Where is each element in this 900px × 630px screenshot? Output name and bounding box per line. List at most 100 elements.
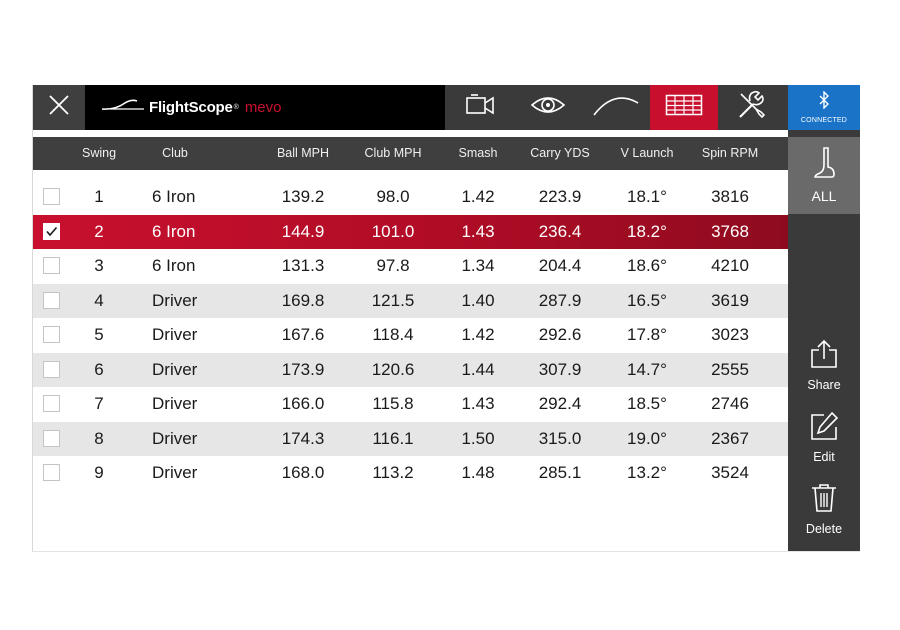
brand-product: mevo [244, 99, 282, 116]
settings-button[interactable] [718, 85, 786, 130]
v-launch-value: 18.6° [627, 256, 667, 275]
edit-button[interactable]: Edit [788, 406, 860, 468]
table-icon [665, 94, 703, 121]
carry-yds-value: 307.9 [538, 360, 582, 379]
row-checkbox[interactable] [43, 361, 60, 378]
delete-label: Delete [805, 521, 843, 536]
column-header-ball-mph[interactable]: Ball MPH [277, 137, 329, 170]
eye-icon [530, 94, 566, 121]
carry-yds-value: 292.6 [538, 325, 582, 344]
bluetooth-status[interactable]: CONNECTED [788, 85, 860, 130]
spin-rpm-value: 3816 [711, 187, 749, 206]
brand-reg-mark: ® [233, 104, 239, 111]
table-view-button[interactable] [650, 85, 718, 130]
club-filter-label: ALL [811, 188, 837, 204]
edit-label: Edit [813, 449, 835, 464]
club-name: Driver [152, 291, 198, 310]
v-launch-value: 13.2° [627, 463, 667, 482]
share-button[interactable]: Share [788, 334, 860, 396]
trajectory-button[interactable] [582, 85, 650, 130]
row-checkbox[interactable] [43, 188, 60, 205]
v-launch-value: 19.0° [627, 429, 667, 448]
swing-number: 8 [94, 429, 104, 448]
smash-value: 1.44 [461, 360, 495, 379]
row-checkbox[interactable] [43, 430, 60, 447]
row-checkbox[interactable] [43, 464, 60, 481]
ball-mph-value: 144.9 [281, 222, 325, 241]
spin-rpm-value: 4210 [711, 256, 749, 275]
brand-name: FlightScope [149, 99, 233, 116]
carry-yds-value: 236.4 [538, 222, 582, 241]
spin-rpm-value: 3619 [711, 291, 749, 310]
mevo-app-window: FlightScope ® mevo CONNECTED Swing Club … [32, 85, 860, 552]
spin-rpm-value: 3768 [711, 222, 749, 241]
ball-mph-value: 169.8 [281, 291, 325, 310]
swing-number: 1 [94, 187, 104, 206]
table-row[interactable]: 6 Driver 173.9 120.6 1.44 307.9 14.7° 25… [33, 353, 788, 387]
v-launch-value: 18.1° [627, 187, 667, 206]
swing-number: 5 [94, 325, 104, 344]
row-checkbox[interactable] [43, 395, 60, 412]
column-header-swing[interactable]: Swing [82, 137, 116, 170]
table-row[interactable]: 5 Driver 167.6 118.4 1.42 292.6 17.8° 30… [33, 318, 788, 352]
swing-number: 4 [94, 291, 104, 310]
column-header-club-mph[interactable]: Club MPH [365, 137, 422, 170]
row-checkbox[interactable] [43, 292, 60, 309]
v-launch-value: 17.8° [627, 325, 667, 344]
close-button[interactable] [33, 85, 85, 130]
club-name: 6 Iron [152, 222, 196, 241]
carry-yds-value: 287.9 [538, 291, 582, 310]
carry-yds-value: 204.4 [538, 256, 582, 275]
table-row[interactable]: 3 6 Iron 131.3 97.8 1.34 204.4 18.6° 421… [33, 249, 788, 283]
column-header-club[interactable]: Club [162, 137, 188, 170]
swing-number: 9 [94, 463, 104, 482]
smash-value: 1.40 [461, 291, 495, 310]
golf-club-icon [812, 147, 836, 184]
spin-rpm-value: 3023 [711, 325, 749, 344]
club-mph-value: 115.8 [372, 394, 414, 413]
club-name: Driver [152, 394, 198, 413]
right-sidebar: ALL Share Edit Delete [788, 130, 860, 551]
column-header-v-launch[interactable]: V Launch [621, 137, 674, 170]
ball-mph-value: 139.2 [281, 187, 325, 206]
carry-yds-value: 315.0 [538, 429, 582, 448]
smash-value: 1.43 [461, 222, 495, 241]
swing-number: 2 [94, 222, 104, 241]
row-checkbox[interactable] [43, 223, 60, 240]
bluetooth-icon [818, 90, 830, 114]
smash-value: 1.34 [461, 256, 495, 275]
spin-rpm-value: 2746 [711, 394, 749, 413]
delete-button[interactable]: Delete [788, 478, 860, 540]
club-name: Driver [152, 325, 198, 344]
table-row[interactable]: 9 Driver 168.0 113.2 1.48 285.1 13.2° 35… [33, 456, 788, 490]
table-row[interactable]: 4 Driver 169.8 121.5 1.40 287.9 16.5° 36… [33, 284, 788, 318]
table-row-selected[interactable]: 2 6 Iron 144.9 101.0 1.43 236.4 18.2° 37… [33, 215, 788, 249]
club-mph-value: 120.6 [371, 360, 415, 379]
carry-yds-value: 285.1 [538, 463, 582, 482]
row-checkbox[interactable] [43, 326, 60, 343]
share-label: Share [807, 377, 841, 392]
club-mph-value: 97.8 [376, 256, 410, 275]
club-mph-value: 118.4 [372, 325, 414, 344]
ball-mph-value: 167.6 [281, 325, 325, 344]
column-header-spin-rpm[interactable]: Spin RPM [702, 137, 758, 170]
club-mph-value: 113.2 [372, 463, 414, 482]
view-button[interactable] [514, 85, 582, 130]
spin-rpm-value: 3524 [711, 463, 749, 482]
v-launch-value: 16.5° [627, 291, 667, 310]
table-row[interactable]: 1 6 Iron 139.2 98.0 1.42 223.9 18.1° 381… [33, 180, 788, 214]
close-icon [48, 94, 70, 121]
video-camera-icon [465, 94, 495, 121]
trash-icon [810, 483, 838, 518]
club-mph-value: 121.5 [371, 291, 415, 310]
table-row[interactable]: 8 Driver 174.3 116.1 1.50 315.0 19.0° 23… [33, 422, 788, 456]
carry-yds-value: 292.4 [538, 394, 582, 413]
club-filter-all-button[interactable]: ALL [788, 137, 860, 214]
row-checkbox[interactable] [43, 257, 60, 274]
video-button[interactable] [446, 85, 514, 130]
table-row[interactable]: 7 Driver 166.0 115.8 1.43 292.4 18.5° 27… [33, 387, 788, 421]
column-header-carry-yds[interactable]: Carry YDS [530, 137, 590, 170]
club-name: Driver [152, 429, 198, 448]
tools-icon [736, 90, 768, 125]
column-header-smash[interactable]: Smash [459, 137, 498, 170]
